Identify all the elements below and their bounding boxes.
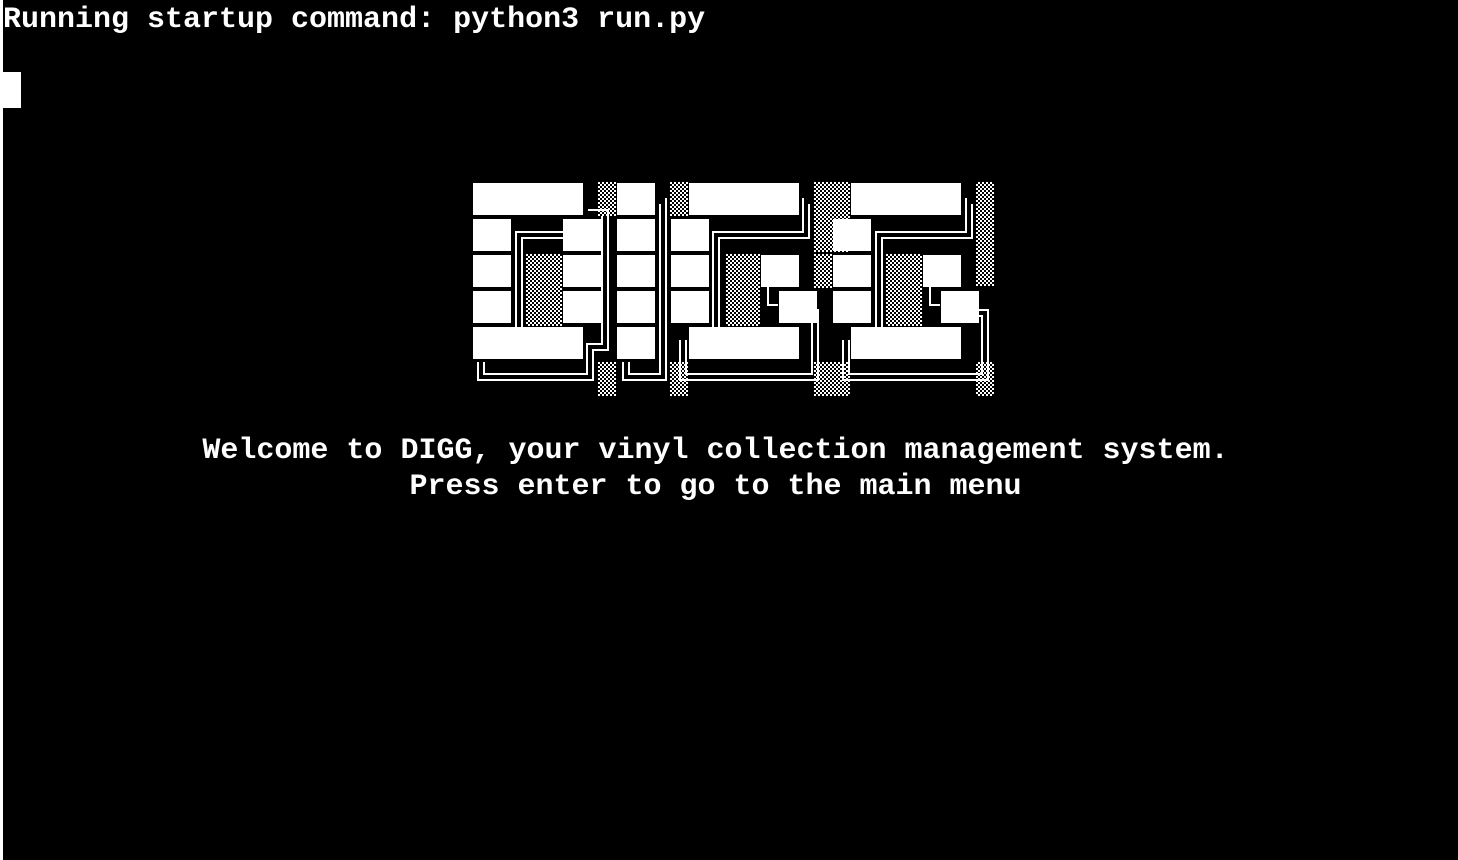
main-menu-prompt: Press enter to go to the main menu (409, 470, 1022, 504)
terminal-window[interactable]: Running startup command: python3 run.py (3, 0, 1458, 860)
welcome-message: Welcome to DIGG, your vinyl collection m… (202, 434, 1229, 468)
text-cursor (3, 72, 21, 108)
startup-command-line: Running startup command: python3 run.py (3, 3, 706, 37)
digg-ascii-logo (473, 182, 994, 396)
